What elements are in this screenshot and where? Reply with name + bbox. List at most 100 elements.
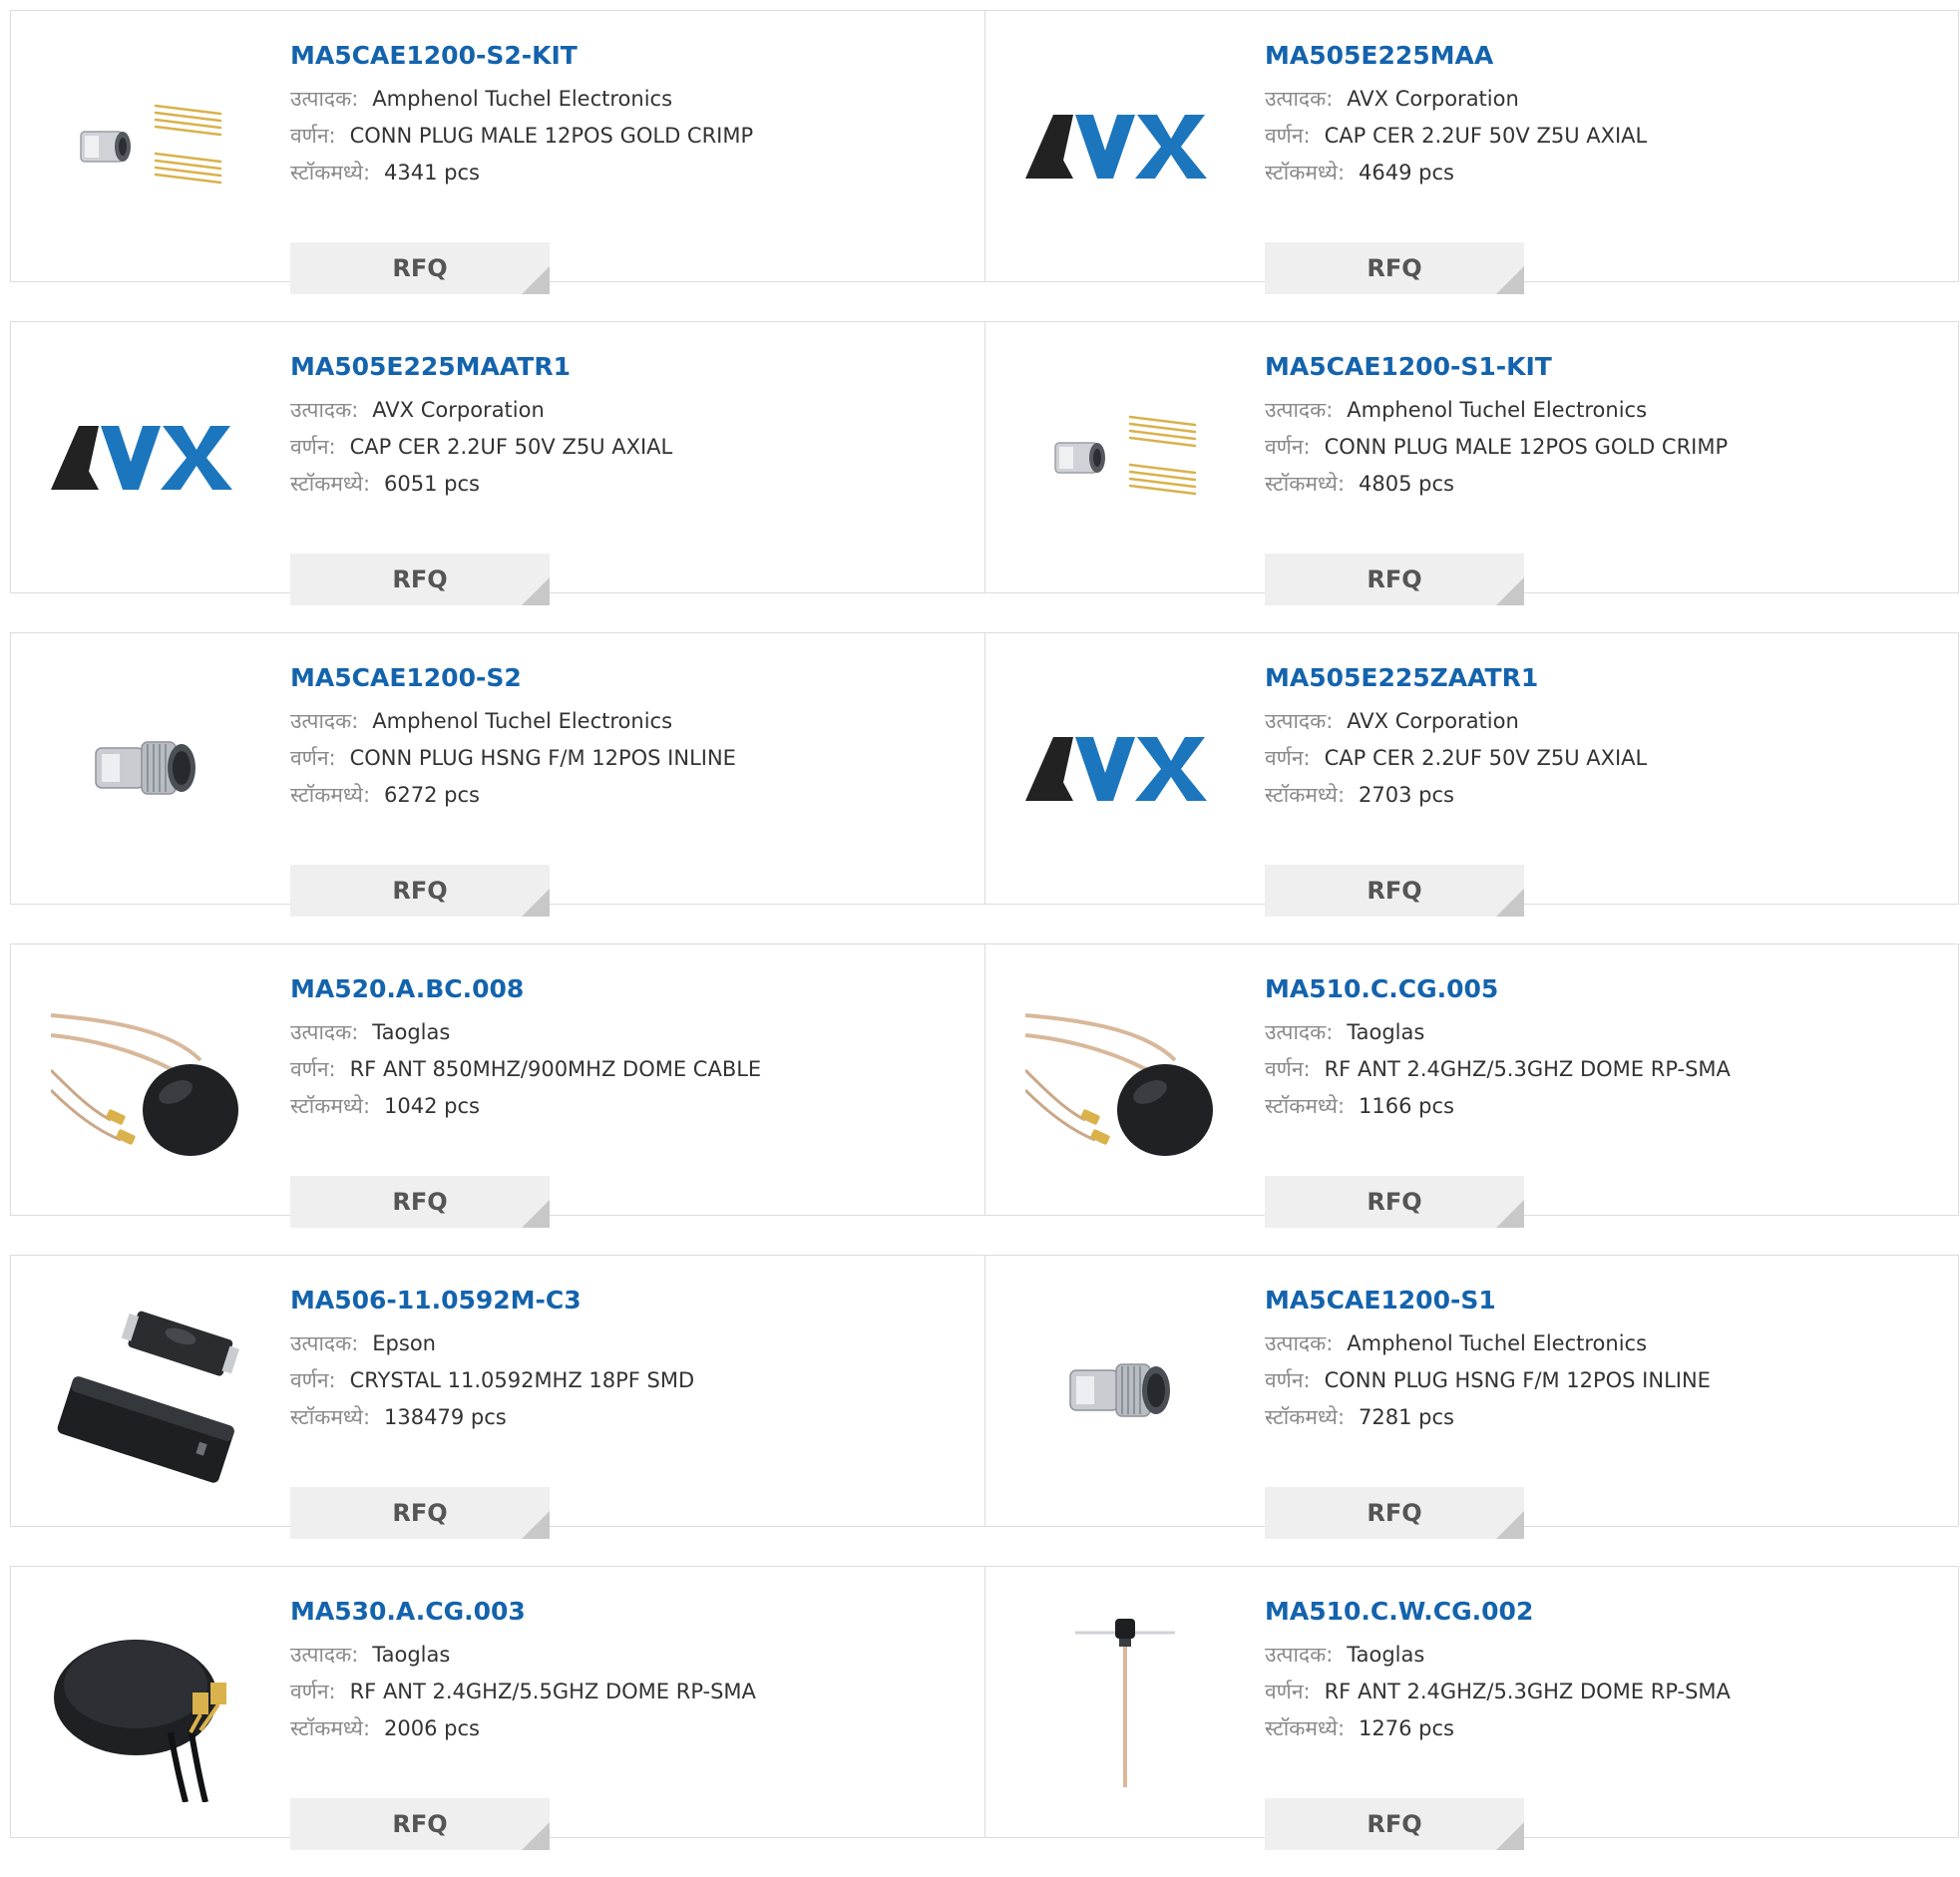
dome-antenna-cable-image[interactable] [51,980,250,1180]
description-label: वर्णन: [1265,124,1311,148]
part-number-link[interactable]: MA510.C.W.CG.002 [1265,1597,1948,1627]
product-card: MA505E225MAA उत्पादक: AVX Corporation वर्णन… [984,11,1958,294]
rfq-button[interactable]: RFQ [1265,1798,1524,1850]
manufacturer-line: उत्पादक: Amphenol Tuchel Electronics [1265,392,1948,429]
connector-housing-image[interactable] [1025,1292,1225,1491]
manufacturer-line: उत्पादक: Epson [290,1325,975,1362]
stock-value: 4341 pcs [384,161,480,185]
part-number-link[interactable]: MA5CAE1200-S1-KIT [1265,352,1948,382]
product-info: MA530.A.CG.003 उत्पादक: Taoglas वर्णन: RF AN… [290,1597,975,1850]
corner-triangle-icon [522,577,550,605]
avx-logo-image[interactable] [51,358,250,558]
manufacturer-label: उत्पादक: [1265,1331,1334,1355]
rfq-button-label: RFQ [1367,877,1422,905]
crystal-smd-image[interactable] [51,1292,250,1491]
rfq-button-label: RFQ [392,254,448,282]
puck-antenna-image[interactable] [51,1603,250,1802]
stock-line: स्टॉकमध्ये: 6051 pcs [290,466,975,503]
product-grid: MA5CAE1200-S2-KIT उत्पादक: Amphenol Tuchel… [10,10,1959,1877]
product-card: MA5CAE1200-S2 उत्पादक: Amphenol Tuchel Ele… [11,633,984,917]
description-line: वर्णन: RF ANT 2.4GHZ/5.3GHZ DOME RP-SMA [1265,1051,1948,1088]
manufacturer-value: Taoglas [1347,1020,1425,1044]
stock-line: स्टॉकमध्ये: 6272 pcs [290,777,975,814]
part-number-link[interactable]: MA5CAE1200-S2 [290,663,975,693]
manufacturer-label: उत्पादक: [1265,709,1334,733]
stock-value: 6051 pcs [384,472,480,496]
rfq-button[interactable]: RFQ [290,865,550,917]
rfq-button[interactable]: RFQ [290,242,550,294]
part-number-link[interactable]: MA505E225MAA [1265,41,1948,71]
rfq-button[interactable]: RFQ [1265,1176,1524,1228]
avx-logo-image[interactable] [1025,47,1225,246]
manufacturer-label: उत्पादक: [1265,398,1334,422]
stock-label: स्टॉकमध्ये: [290,1094,371,1118]
stock-line: स्टॉकमध्ये: 1276 pcs [1265,1710,1948,1747]
description-line: वर्णन: CAP CER 2.2UF 50V Z5U AXIAL [290,429,975,466]
stock-line: स्टॉकमध्ये: 138479 pcs [290,1399,975,1436]
description-value: CAP CER 2.2UF 50V Z5U AXIAL [1324,746,1648,770]
manufacturer-value: Taoglas [1347,1643,1425,1667]
description-line: वर्णन: RF ANT 2.4GHZ/5.5GHZ DOME RP-SMA [290,1674,975,1710]
description-line: वर्णन: RF ANT 2.4GHZ/5.3GHZ DOME RP-SMA [1265,1674,1948,1710]
manufacturer-value: Amphenol Tuchel Electronics [1347,398,1648,422]
part-number-link[interactable]: MA5CAE1200-S2-KIT [290,41,975,71]
rfq-button-label: RFQ [392,565,448,593]
stock-value: 138479 pcs [384,1405,507,1429]
product-card: MA505E225ZAATR1 उत्पादक: AVX Corporation वर… [984,633,1958,917]
product-info: MA510.C.W.CG.002 उत्पादक: Taoglas वर्णन: RF … [1265,1597,1948,1850]
product-card: MA530.A.CG.003 उत्पादक: Taoglas वर्णन: RF AN… [11,1567,984,1850]
part-number-link[interactable]: MA510.C.CG.005 [1265,974,1948,1004]
dome-antenna-cable-image[interactable] [1025,980,1225,1180]
connector-kit-image[interactable] [1025,358,1225,558]
corner-triangle-icon [522,889,550,917]
rfq-button[interactable]: RFQ [290,1798,550,1850]
product-info: MA5CAE1200-S2 उत्पादक: Amphenol Tuchel Ele… [290,663,975,917]
rfq-button[interactable]: RFQ [1265,865,1524,917]
connector-kit-image[interactable] [51,47,250,246]
part-number-link[interactable]: MA506-11.0592M-C3 [290,1286,975,1315]
description-line: वर्णन: CONN PLUG MALE 12POS GOLD CRIMP [1265,429,1948,466]
manufacturer-line: उत्पादक: AVX Corporation [290,392,975,429]
corner-triangle-icon [1496,266,1524,294]
part-number-link[interactable]: MA505E225ZAATR1 [1265,663,1948,693]
rfq-button[interactable]: RFQ [1265,554,1524,605]
manufacturer-line: उत्पादक: AVX Corporation [1265,81,1948,118]
description-label: वर्णन: [290,1680,336,1703]
part-number-link[interactable]: MA505E225MAATR1 [290,352,975,382]
part-number-link[interactable]: MA520.A.BC.008 [290,974,975,1004]
avx-logo-image[interactable] [1025,669,1225,869]
rfq-button[interactable]: RFQ [1265,1487,1524,1539]
description-value: CONN PLUG HSNG F/M 12POS INLINE [349,746,736,770]
description-label: वर्णन: [290,746,336,770]
connector-housing-image[interactable] [51,669,250,869]
rfq-button[interactable]: RFQ [1265,242,1524,294]
manufacturer-label: उत्पादक: [1265,87,1334,111]
stock-label: स्टॉकमध्ये: [1265,1094,1346,1118]
description-label: वर्णन: [290,1368,336,1392]
corner-triangle-icon [1496,577,1524,605]
rfq-button-label: RFQ [1367,1188,1422,1216]
description-value: RF ANT 2.4GHZ/5.3GHZ DOME RP-SMA [1324,1680,1731,1703]
rfq-button[interactable]: RFQ [290,554,550,605]
rfq-button[interactable]: RFQ [290,1176,550,1228]
manufacturer-value: Amphenol Tuchel Electronics [372,709,673,733]
corner-triangle-icon [522,266,550,294]
part-number-link[interactable]: MA5CAE1200-S1 [1265,1286,1948,1315]
manufacturer-line: उत्पादक: AVX Corporation [1265,703,1948,740]
stock-value: 2006 pcs [384,1716,480,1740]
product-row: MA5CAE1200-S2 उत्पादक: Amphenol Tuchel Ele… [10,632,1959,917]
part-number-link[interactable]: MA530.A.CG.003 [290,1597,975,1627]
description-label: वर्णन: [290,435,336,459]
manufacturer-value: Taoglas [372,1020,451,1044]
rfq-button-label: RFQ [1367,254,1422,282]
corner-triangle-icon [1496,889,1524,917]
whip-antenna-image[interactable] [1025,1603,1225,1802]
description-line: वर्णन: CAP CER 2.2UF 50V Z5U AXIAL [1265,740,1948,777]
stock-value: 6272 pcs [384,783,480,807]
product-info: MA5CAE1200-S2-KIT उत्पादक: Amphenol Tuchel… [290,41,975,294]
product-info: MA510.C.CG.005 उत्पादक: Taoglas वर्णन: RF AN… [1265,974,1948,1228]
description-label: वर्णन: [1265,1057,1311,1081]
corner-triangle-icon [522,1511,550,1539]
rfq-button[interactable]: RFQ [290,1487,550,1539]
corner-triangle-icon [522,1200,550,1228]
